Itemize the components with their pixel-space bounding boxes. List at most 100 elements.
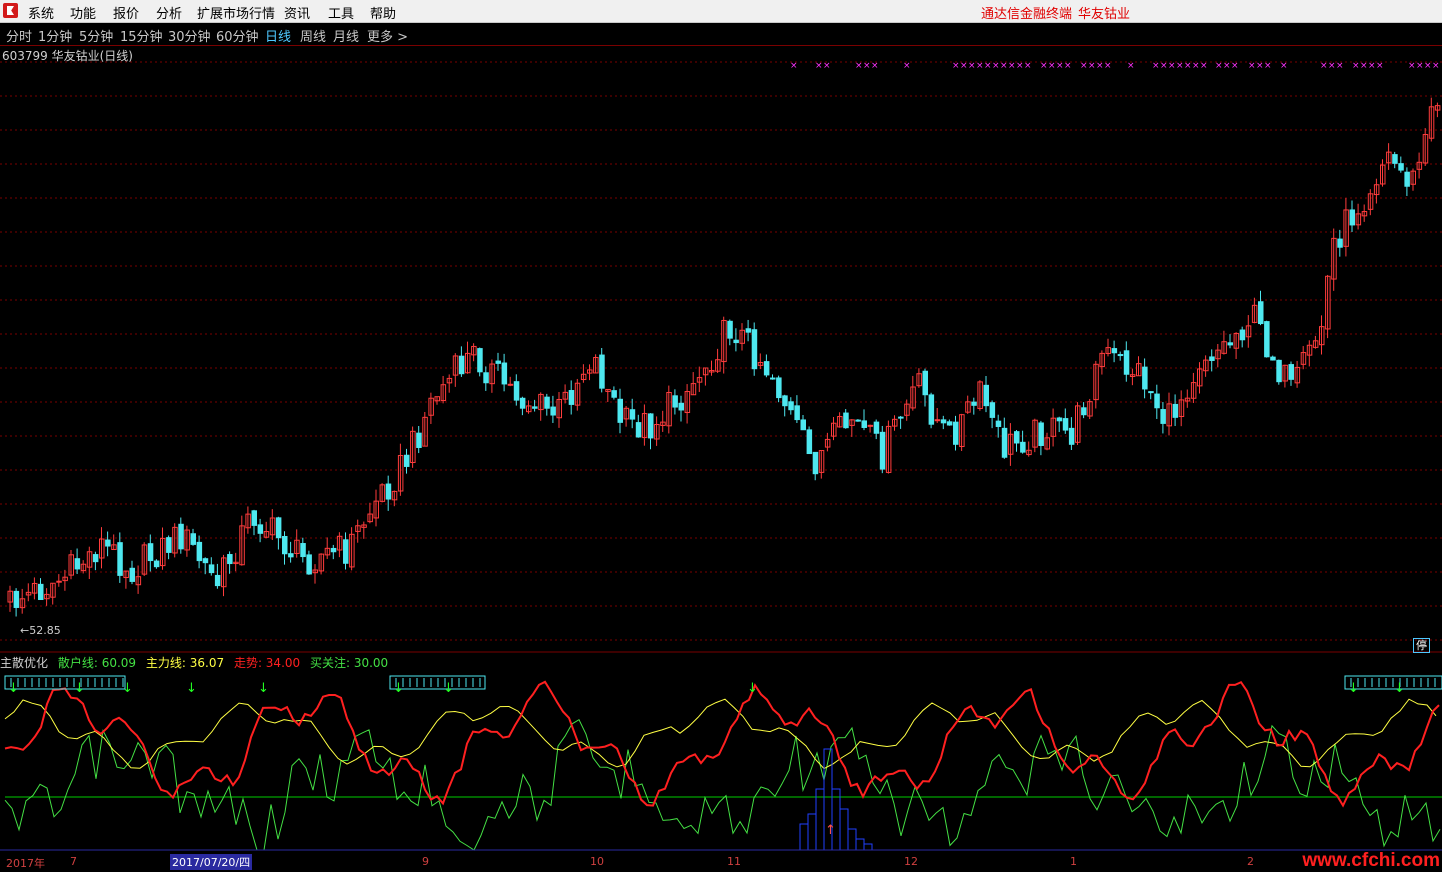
signal-cross-icon: × xyxy=(1352,61,1360,71)
date-tick: 9 xyxy=(422,855,429,868)
candle-body xyxy=(928,394,935,425)
menu-extended-market[interactable]: 扩展市场行情 xyxy=(197,3,275,22)
menu-function[interactable]: 功能 xyxy=(70,3,96,22)
candle-body xyxy=(1209,356,1215,361)
signal-cross-icon: × xyxy=(1215,61,1223,71)
date-axis: 2017年 7 2017/07/20/四 9 10 11 12 1 2 xyxy=(0,853,1442,871)
candle-body xyxy=(306,554,312,575)
buy-arrow-down-icon: ↓ xyxy=(747,681,758,696)
candlestick-series xyxy=(7,97,1441,617)
candle-body xyxy=(751,329,758,370)
candle-body xyxy=(989,402,996,418)
candle-body xyxy=(953,421,959,445)
candle-body xyxy=(330,547,337,553)
signal-cross-icon: × xyxy=(968,61,976,71)
stop-badge[interactable]: 停 xyxy=(1413,638,1430,653)
date-tick: 11 xyxy=(727,855,741,868)
signal-cross-icon: × xyxy=(1192,61,1200,71)
signal-bar xyxy=(815,788,825,851)
buy-arrow-down-icon: ↓ xyxy=(1394,681,1405,696)
candle-body xyxy=(1404,171,1410,187)
candle-body xyxy=(1056,417,1063,422)
period-15min[interactable]: 15分钟 xyxy=(120,26,163,45)
candle-body xyxy=(92,554,99,563)
period-5min[interactable]: 5分钟 xyxy=(79,26,113,45)
signal-bar xyxy=(855,838,865,851)
menu-tools[interactable]: 工具 xyxy=(328,3,354,22)
signal-cross-icon: × xyxy=(1328,61,1336,71)
candle-body xyxy=(196,541,203,562)
indicator-name[interactable]: 主散优化 xyxy=(0,656,48,670)
signal-cross-icon: × xyxy=(1080,61,1088,71)
menu-quote[interactable]: 报价 xyxy=(113,3,139,22)
menu-help[interactable]: 帮助 xyxy=(370,3,396,22)
candle-body xyxy=(995,420,1002,427)
candle-body xyxy=(129,567,135,582)
period-monthly[interactable]: 月线 xyxy=(333,26,359,45)
candle-body xyxy=(1154,393,1160,409)
date-tick: 1 xyxy=(1070,855,1077,868)
main-line xyxy=(4,698,1437,770)
buy-arrow-down-icon: ↓ xyxy=(8,681,19,696)
signal-cross-icon: × xyxy=(871,61,879,71)
period-more[interactable]: 更多 > xyxy=(367,26,408,45)
candle-body xyxy=(288,553,294,558)
signal-cross-icon: × xyxy=(1000,61,1008,71)
candle-body xyxy=(629,409,636,420)
candle-body xyxy=(1337,238,1343,248)
signal-cross-icon: × xyxy=(1104,61,1112,71)
signal-bar xyxy=(839,808,849,851)
candle-body xyxy=(13,590,20,608)
signal-cross-icon: × xyxy=(1424,61,1432,71)
candle-body xyxy=(611,390,617,398)
period-1min[interactable]: 1分钟 xyxy=(38,26,72,45)
period-intraday[interactable]: 分时 xyxy=(6,26,32,45)
candle-body xyxy=(117,542,123,576)
signal-bar xyxy=(831,788,841,851)
candle-body xyxy=(672,395,678,408)
signal-cross-icon: × xyxy=(1064,61,1072,71)
candle-body xyxy=(550,406,556,416)
buy-arrow-down-icon: ↓ xyxy=(74,681,85,696)
candle-body xyxy=(532,406,538,409)
current-date-cursor: 2017/07/20/四 xyxy=(170,854,253,870)
menu-system[interactable]: 系统 xyxy=(28,3,54,22)
signal-cross-icon: × xyxy=(1280,61,1288,71)
indicator-legend: 主散优化 散户线: 60.09 主力线: 36.07 走势: 34.00 买关注… xyxy=(0,654,394,670)
candle-body xyxy=(770,377,776,380)
candle-body xyxy=(1111,348,1118,354)
candle-body xyxy=(1349,209,1355,226)
menu-news[interactable]: 资讯 xyxy=(284,3,310,22)
signal-cross-icon: × xyxy=(1016,61,1024,71)
candle-body xyxy=(1270,356,1276,361)
period-30min[interactable]: 30分钟 xyxy=(168,26,211,45)
app-logo-icon[interactable] xyxy=(3,3,18,18)
sell-arrow-up-icon: ↑ xyxy=(825,823,836,838)
candle-body xyxy=(74,558,81,570)
candle-body xyxy=(971,401,977,406)
signal-bar xyxy=(807,813,817,851)
candle-body xyxy=(800,419,806,431)
chart-area[interactable]: × × × × × × × × × × × × × × × × × × × × × × × × × × × × × × × × × × × × × × × ×… xyxy=(0,44,1442,855)
candle-body xyxy=(733,339,739,344)
low-price-value: 52.85 xyxy=(29,624,61,637)
candle-body xyxy=(599,354,605,389)
signal-cross-icon: × xyxy=(1432,61,1440,71)
retail-line-label: 散户线: 60.09 xyxy=(57,656,137,670)
signal-cross-icon: × xyxy=(1096,61,1104,71)
period-daily[interactable]: 日线 xyxy=(265,26,291,45)
candle-body xyxy=(794,405,800,421)
candle-body xyxy=(1068,427,1075,445)
candle-body xyxy=(544,396,550,409)
candle-body xyxy=(782,395,788,407)
menu-analysis[interactable]: 分析 xyxy=(156,3,182,22)
candle-body xyxy=(617,398,623,423)
buy-arrow-down-icon: ↓ xyxy=(258,681,269,696)
candle-body xyxy=(1398,163,1404,171)
period-60min[interactable]: 60分钟 xyxy=(216,26,259,45)
candle-body xyxy=(477,348,483,373)
candle-body xyxy=(776,377,782,399)
period-weekly[interactable]: 周线 xyxy=(300,26,326,45)
signal-cross-icon: × xyxy=(1416,61,1424,71)
signal-box-strip xyxy=(4,675,126,690)
